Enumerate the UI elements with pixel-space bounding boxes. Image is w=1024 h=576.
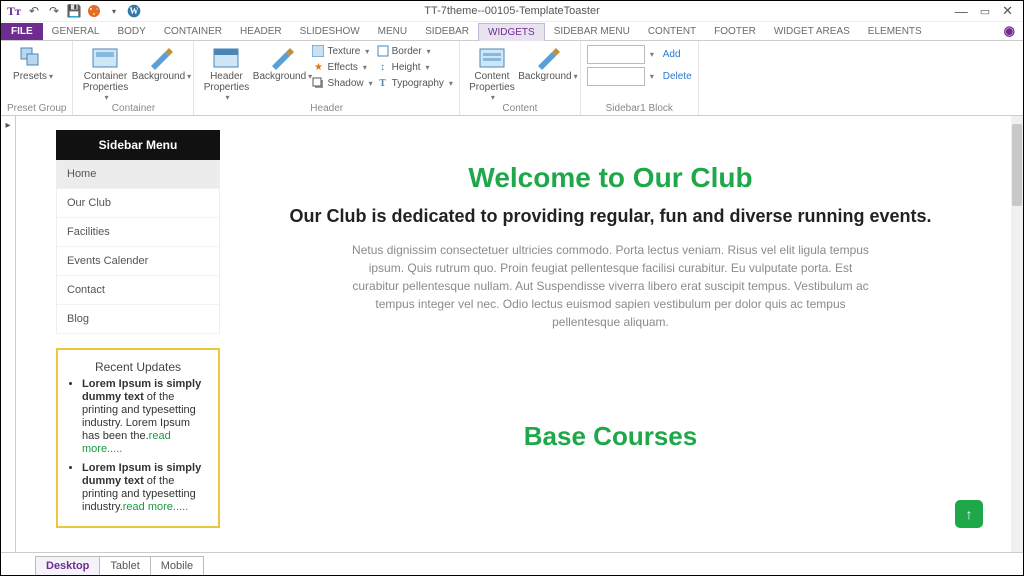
group-label: Content xyxy=(466,102,574,115)
sidebar-item-contact[interactable]: Contact xyxy=(57,276,219,305)
svg-text:W: W xyxy=(130,6,139,16)
vertical-scrollbar[interactable] xyxy=(1011,116,1023,552)
height-button[interactable]: ↕Height▾ xyxy=(377,61,453,73)
presets-button[interactable]: Presets▾ xyxy=(7,43,59,82)
ribbon: Presets▾ Preset Group Container Properti… xyxy=(1,41,1023,116)
device-tab-strip: Desktop Tablet Mobile xyxy=(1,552,1023,575)
presets-icon xyxy=(18,45,48,71)
content-props-icon xyxy=(477,45,507,71)
recent-updates-widget[interactable]: Recent Updates Lorem Ipsum is simply dum… xyxy=(56,348,220,528)
effects-button[interactable]: ★Effects▾ xyxy=(312,61,372,73)
typography-icon: T xyxy=(377,77,389,89)
brush-icon xyxy=(533,45,563,71)
page-heading: Welcome to Our Club xyxy=(270,162,951,194)
border-icon xyxy=(377,45,389,57)
block-select-2[interactable] xyxy=(587,67,645,86)
widget-title: Recent Updates xyxy=(68,356,208,378)
shadow-button[interactable]: Shadow▾ xyxy=(312,77,372,89)
read-more-link[interactable]: read more..... xyxy=(123,501,188,513)
tab-widgets[interactable]: WIDGETS xyxy=(478,23,545,41)
page-body-text: Netus dignissim consectetuer ultricies c… xyxy=(351,241,871,331)
tab-sidebar[interactable]: SIDEBAR xyxy=(416,23,478,40)
brush-icon xyxy=(146,45,176,71)
sidebar-item-home[interactable]: Home xyxy=(57,160,219,189)
brush-icon xyxy=(267,45,297,71)
scroll-top-button[interactable]: ↑ xyxy=(955,500,983,528)
scroll-thumb[interactable] xyxy=(1012,124,1022,206)
content-background-button[interactable]: Background▾ xyxy=(522,43,574,82)
help-icon[interactable]: ◉ xyxy=(1004,23,1023,39)
texture-button[interactable]: Texture▾ xyxy=(312,45,372,57)
tab-widget-areas[interactable]: WIDGET AREAS xyxy=(765,23,859,40)
effects-icon: ★ xyxy=(312,61,324,73)
list-item: Lorem Ipsum is simply dummy text of the … xyxy=(82,378,208,456)
page-subheading: Our Club is dedicated to providing regul… xyxy=(270,206,951,227)
sidebar-menu-title: Sidebar Menu xyxy=(56,130,220,160)
ribbon-group-sidebar-block: ▾ Add ▾ Delete Sidebar1 Block xyxy=(581,41,699,115)
sidebar-widget: Sidebar Menu Home Our Club Facilities Ev… xyxy=(56,130,220,528)
block-select-1[interactable] xyxy=(587,45,645,64)
ribbon-group-content: Content Properties▾ Background▾ Content xyxy=(460,41,581,115)
redo-icon[interactable]: ↷ xyxy=(47,4,61,18)
title-bar: Tᴛ ↶ ↷ 💾 ▾ W TT-7theme--00105-TemplateTo… xyxy=(1,1,1023,22)
sidebar-item-events[interactable]: Events Calender xyxy=(57,247,219,276)
tab-content[interactable]: CONTENT xyxy=(639,23,705,40)
device-tab-mobile[interactable]: Mobile xyxy=(150,556,204,575)
tab-sidebar-menu[interactable]: SIDEBAR MENU xyxy=(545,23,639,40)
group-label: Header xyxy=(200,102,452,115)
add-link[interactable]: Add xyxy=(663,49,681,60)
texture-icon xyxy=(312,45,324,57)
height-icon: ↕ xyxy=(377,61,389,73)
tab-header[interactable]: HEADER xyxy=(231,23,291,40)
tab-elements[interactable]: ELEMENTS xyxy=(859,23,931,40)
sidebar-item-blog[interactable]: Blog xyxy=(57,305,219,334)
device-tab-desktop[interactable]: Desktop xyxy=(35,556,100,575)
save-icon[interactable]: 💾 xyxy=(67,4,81,18)
shadow-icon xyxy=(312,77,324,89)
tab-slideshow[interactable]: SLIDESHOW xyxy=(291,23,369,40)
ribbon-group-preset: Presets▾ Preset Group xyxy=(1,41,73,115)
ribbon-group-container: Container Properties▾ Background▾ Contai… xyxy=(73,41,194,115)
list-item: Lorem Ipsum is simply dummy text of the … xyxy=(82,462,208,514)
tab-general[interactable]: GENERAL xyxy=(43,23,109,40)
undo-icon[interactable]: ↶ xyxy=(27,4,41,18)
sidebar-item-facilities[interactable]: Facilities xyxy=(57,218,219,247)
typography-button[interactable]: TTypography▾ xyxy=(377,77,453,89)
tab-container[interactable]: CONTAINER xyxy=(155,23,231,40)
arrow-up-icon: ↑ xyxy=(966,506,973,522)
panel-expand-button[interactable]: ▸ xyxy=(1,116,16,552)
header-background-button[interactable]: Background▾ xyxy=(256,43,308,82)
sidebar-item-our-club[interactable]: Our Club xyxy=(57,189,219,218)
header-properties-button[interactable]: Header Properties▾ xyxy=(200,43,252,102)
wordpress-icon[interactable]: W xyxy=(127,4,141,18)
tab-menu[interactable]: MENU xyxy=(369,23,416,40)
group-label: Sidebar1 Block xyxy=(587,102,692,115)
section-heading: Base Courses xyxy=(270,421,951,452)
tab-footer[interactable]: FOOTER xyxy=(705,23,765,40)
container-properties-button[interactable]: Container Properties▾ xyxy=(79,43,131,102)
qat-drop-caret-icon[interactable]: ▾ xyxy=(107,4,121,18)
header-props-icon xyxy=(211,45,241,71)
maximize-icon[interactable]: ▭ xyxy=(980,5,990,18)
container-props-icon xyxy=(90,45,120,71)
app-logo-icon: Tᴛ xyxy=(7,4,21,18)
minimize-icon[interactable]: — xyxy=(955,4,968,19)
group-label: Container xyxy=(79,102,187,115)
content-properties-button[interactable]: Content Properties▾ xyxy=(466,43,518,102)
tab-body[interactable]: BODY xyxy=(108,23,154,40)
tab-file[interactable]: FILE xyxy=(1,23,43,40)
group-label: Preset Group xyxy=(7,102,66,115)
ribbon-group-header: Header Properties▾ Background▾ Texture▾ … xyxy=(194,41,459,115)
design-canvas: Sidebar Menu Home Our Club Facilities Ev… xyxy=(16,116,1011,552)
delete-link[interactable]: Delete xyxy=(663,71,692,82)
container-background-button[interactable]: Background▾ xyxy=(135,43,187,82)
close-icon[interactable]: ✕ xyxy=(1002,3,1013,19)
ribbon-tab-strip: FILE GENERAL BODY CONTAINER HEADER SLIDE… xyxy=(1,22,1023,41)
window-title: TT-7theme--00105-TemplateToaster xyxy=(424,5,599,17)
color-theme-icon[interactable] xyxy=(87,4,101,18)
device-tab-tablet[interactable]: Tablet xyxy=(99,556,150,575)
border-button[interactable]: Border▾ xyxy=(377,45,453,57)
